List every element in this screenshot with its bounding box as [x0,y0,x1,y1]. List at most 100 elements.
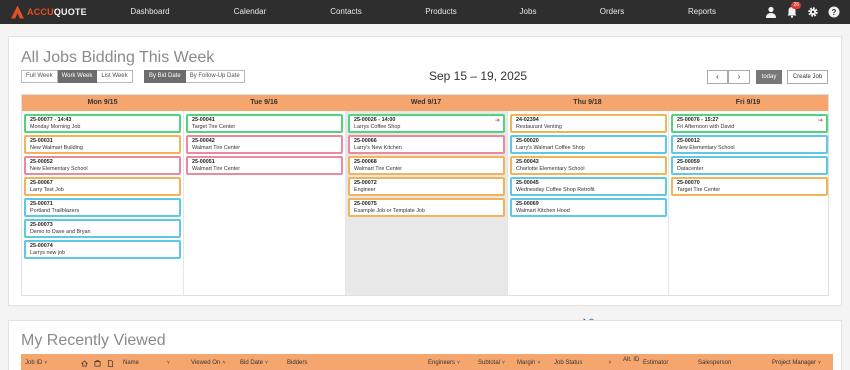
calendar-grid: Mon 9/15 Tue 9/16 Wed 9/17 Thu 9/18 Fri … [21,94,829,296]
job-card-name: Target Tire Center [677,187,721,193]
col-estimator[interactable]: Estimator [643,354,668,370]
job-card-id: 25-00026 - 14:00 [354,117,396,123]
col-salesperson[interactable]: Salesperson [698,354,731,370]
job-card[interactable]: 25-00072 Engineer [348,177,505,196]
col-project-manager[interactable]: Project Manager ˅ [772,354,821,370]
job-card[interactable]: 25-00041 Target Tire Center [186,114,343,133]
col-viewed-on[interactable]: Viewed On ˄ [191,354,225,370]
job-card-id: 25-00020 [516,138,539,144]
job-card[interactable]: 25-00012 New Elementary School [671,135,828,154]
job-card-id: 25-00012 [677,138,700,144]
logo-text: ACCUQUOTE [27,7,87,17]
col-job-status[interactable]: Job Status ˅ [554,354,611,370]
create-job-button[interactable]: Create Job [787,70,828,84]
sort-toggle-group: By Bid Date By Follow-Up Date [144,70,245,83]
job-card-name: Datacenter [677,166,704,172]
document-icon[interactable] [107,360,114,367]
col-engineers[interactable]: Engineers ˅ [428,354,460,370]
day-column-tue[interactable]: 25-00041 Target Tire Center 25-00042 Walmar… [183,111,345,295]
job-card-id: 25-00071 [30,201,53,207]
job-card-name: Fri Afternoon with David [677,124,735,130]
job-card-name: New Walmart Building [30,145,83,151]
job-card[interactable]: 25-00042 Walmart Tire Center [186,135,343,154]
job-card[interactable]: 25-00051 Walmart Tire Center [186,156,343,175]
recently-viewed-title: My Recently Viewed [21,332,166,349]
nav-jobs[interactable]: Jobs [512,0,544,24]
job-card[interactable]: 25-00077 - 14:43 Monday Morning Job [24,114,181,133]
job-card[interactable]: 25-00067 Larry Test Job [24,177,181,196]
job-card[interactable]: 25-00066 Larry's New Kitchen [348,135,505,154]
by-bid-date-button[interactable]: By Bid Date [144,70,186,83]
gear-icon[interactable] [805,4,821,20]
day-header-wed: Wed 9/17 [345,95,507,111]
job-card-name: New Elementary School [677,145,735,151]
app-logo[interactable]: ACCUQUOTE [0,5,100,19]
job-card[interactable]: 25-00026 - 14:00 Larrys Coffee Shop ➔ [348,114,505,133]
nav-calendar[interactable]: Calendar [225,0,275,24]
nav-products[interactable]: Products [415,0,467,24]
day-column-wed[interactable]: 25-00026 - 14:00 Larrys Coffee Shop ➔ 25-00… [345,111,507,295]
user-icon[interactable] [763,4,779,20]
job-card[interactable]: 24-02394 Restaurant Venting [510,114,667,133]
by-follow-up-date-button[interactable]: By Follow-Up Date [185,70,245,83]
col-subtotal[interactable]: Subtotal ˅ [478,354,505,370]
job-card[interactable]: 25-00076 - 15:27 Fri Afternoon with David… [671,114,828,133]
job-card-id: 25-00070 [677,180,700,186]
nav-orders[interactable]: Orders [590,0,634,24]
today-button[interactable]: today [756,70,782,84]
job-card[interactable]: 25-00059 Datacenter [671,156,828,175]
nav-reports[interactable]: Reports [680,0,724,24]
job-card-name: Monday Morning Job [30,124,81,130]
job-card-name: Larrys Coffee Shop [354,124,401,130]
job-card[interactable]: 25-00068 Walmart Tire Center [348,156,505,175]
job-card-id: 25-00059 [677,159,700,165]
job-card-name: Walmart Tire Center [192,145,241,151]
help-icon[interactable]: ? [826,4,842,20]
job-card[interactable]: 25-00073 Demo to Dave and Bryan [24,219,181,238]
job-card-id: 25-00031 [30,138,53,144]
calendar-date-range: Sep 15 – 19, 2025 [429,69,528,83]
job-card[interactable]: 25-00075 Example Job or Template Job [348,198,505,217]
col-alt-id[interactable]: Alt. ID [623,354,639,370]
prev-week-button[interactable]: ‹ [707,70,728,84]
col-bidders[interactable]: Bidders [287,354,307,370]
job-card-id: 25-00043 [516,159,539,165]
job-card[interactable]: 25-00070 Target Tire Center [671,177,828,196]
day-column-mon[interactable]: 25-00077 - 14:43 Monday Morning Job 25-000… [22,111,183,295]
job-card[interactable]: 25-00031 New Walmart Building [24,135,181,154]
notification-badge: 26 [791,2,801,9]
job-card[interactable]: 25-00043 Charlotte Elementary School [510,156,667,175]
nav-dashboard[interactable]: Dashboard [124,0,176,24]
job-card[interactable]: 25-00074 Larrys new job [24,240,181,259]
logo-icon [11,5,24,19]
job-card[interactable]: 25-00071 Portland Trailblazers [24,198,181,217]
work-week-button[interactable]: Work Week [57,70,98,83]
col-margin[interactable]: Margin ˅ [517,354,540,370]
list-week-button[interactable]: List Week [97,70,133,83]
col-bid-date[interactable]: Bid Date ˅ [240,354,268,370]
day-column-fri[interactable]: 25-00076 - 15:27 Fri Afternoon with David… [668,111,828,295]
job-card-name: Portland Trailblazers [30,208,80,214]
nav-contacts[interactable]: Contacts [320,0,372,24]
day-column-thu[interactable]: 24-02394 Restaurant Venting 25-00020 Larry'… [507,111,668,295]
full-week-button[interactable]: Full Week [21,70,58,83]
job-card-id: 25-00066 [354,138,377,144]
calendar-panel-title: All Jobs Bidding This Week [21,49,215,66]
job-card-name: Larry's New Kitchen [354,145,402,151]
home-icon[interactable] [81,360,88,367]
col-job-id[interactable]: Job ID ˅ [25,354,47,370]
job-card[interactable]: 25-00052 New Elementary School [24,156,181,175]
job-card[interactable]: 25-00069 Walmart Kitchen Hood [510,198,667,217]
job-card-name: Larry's Walmart Coffee Shop [516,145,585,151]
col-name[interactable]: Name ˅ [123,354,170,370]
job-card-id: 25-00076 - 15:27 [677,117,719,123]
job-card-id: 25-00069 [516,201,539,207]
bell-icon[interactable]: 26 [784,2,801,20]
job-card[interactable]: 25-00020 Larry's Walmart Coffee Shop [510,135,667,154]
jobs-calendar-panel: All Jobs Bidding This Week Full Week Wor… [8,36,842,330]
building-icon[interactable] [94,360,101,367]
job-card[interactable]: 25-00045 Wednesday Coffee Shop Retrofit [510,177,667,196]
job-card-name: Larrys new job [30,250,66,256]
job-card-name: Example Job or Template Job [354,208,425,214]
next-week-button[interactable]: › [728,70,750,84]
